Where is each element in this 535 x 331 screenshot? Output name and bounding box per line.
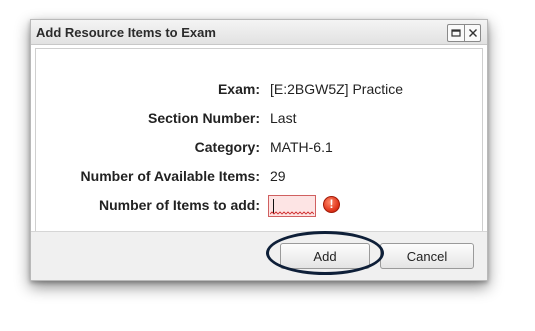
exam-value: [E:2BGW5Z] Practice — [270, 81, 404, 97]
add-button[interactable]: Add — [280, 243, 370, 269]
dialog-titlebar[interactable]: Add Resource Items to Exam — [31, 20, 487, 45]
section-number-value: Last — [270, 110, 297, 126]
dialog-title: Add Resource Items to Exam — [36, 25, 216, 40]
window-controls — [447, 24, 481, 42]
restore-icon[interactable] — [448, 25, 464, 41]
dialog-form: Exam: [E:2BGW5Z] Practice Section Number… — [35, 48, 483, 232]
items-to-add-label: Number of Items to add: — [98, 197, 260, 213]
items-to-add-row: Number of Items to add: ! — [36, 195, 482, 217]
category-label: Category: — [194, 139, 260, 155]
category-value: MATH-6.1 — [270, 139, 333, 155]
add-resource-items-dialog: Add Resource Items to Exam Exam: [E:2BGW… — [30, 19, 488, 281]
invalid-underline — [270, 211, 314, 215]
close-icon[interactable] — [464, 25, 480, 41]
dialog-footer: Add Cancel — [31, 231, 487, 280]
exam-label: Exam: — [217, 81, 260, 97]
section-number-row: Section Number: Last — [36, 108, 482, 128]
error-icon[interactable]: ! — [323, 196, 340, 213]
exam-row: Exam: [E:2BGW5Z] Practice — [36, 79, 482, 99]
available-items-value: 29 — [270, 168, 286, 184]
available-items-label: Number of Available Items: — [80, 168, 260, 184]
cancel-button[interactable]: Cancel — [380, 243, 474, 269]
available-items-row: Number of Available Items: 29 — [36, 166, 482, 186]
section-number-label: Section Number: — [147, 110, 260, 126]
category-row: Category: MATH-6.1 — [36, 137, 482, 157]
items-to-add-input[interactable] — [268, 195, 316, 217]
screenshot-stage: Add Resource Items to Exam Exam: [E:2BGW… — [0, 0, 535, 331]
